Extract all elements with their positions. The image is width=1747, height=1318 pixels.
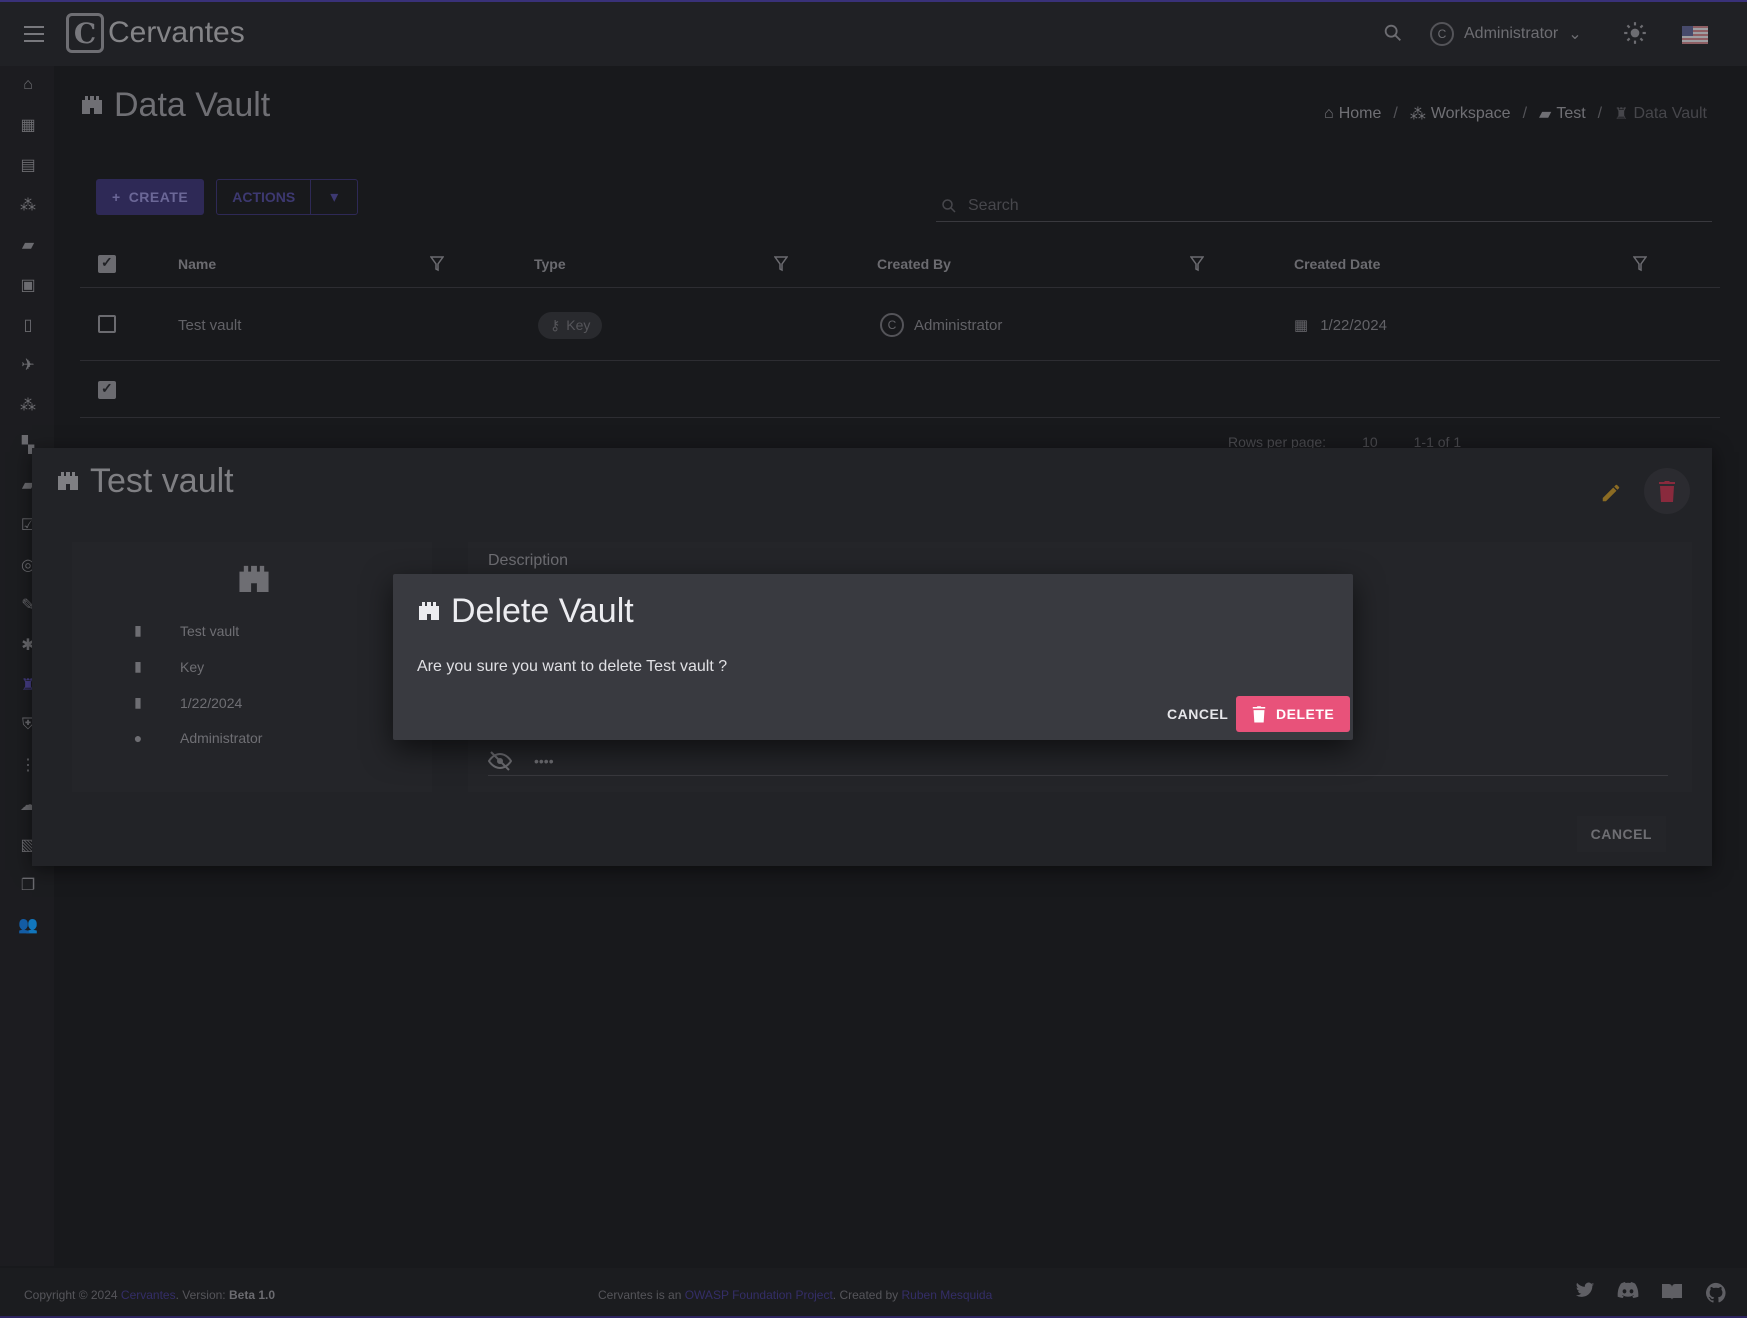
castle-icon	[417, 598, 441, 625]
dialog-message: Are you sure you want to delete Test vau…	[417, 658, 728, 675]
dialog-title-text: Delete Vault	[451, 592, 634, 630]
trash-icon	[1252, 706, 1266, 723]
delete-vault-dialog: Delete Vault Are you sure you want to de…	[393, 574, 1353, 740]
dialog-title: Delete Vault	[417, 592, 634, 631]
delete-button[interactable]: DELETE	[1236, 696, 1351, 732]
delete-button-label: DELETE	[1276, 706, 1335, 722]
cancel-button[interactable]: CANCEL	[1157, 696, 1238, 732]
